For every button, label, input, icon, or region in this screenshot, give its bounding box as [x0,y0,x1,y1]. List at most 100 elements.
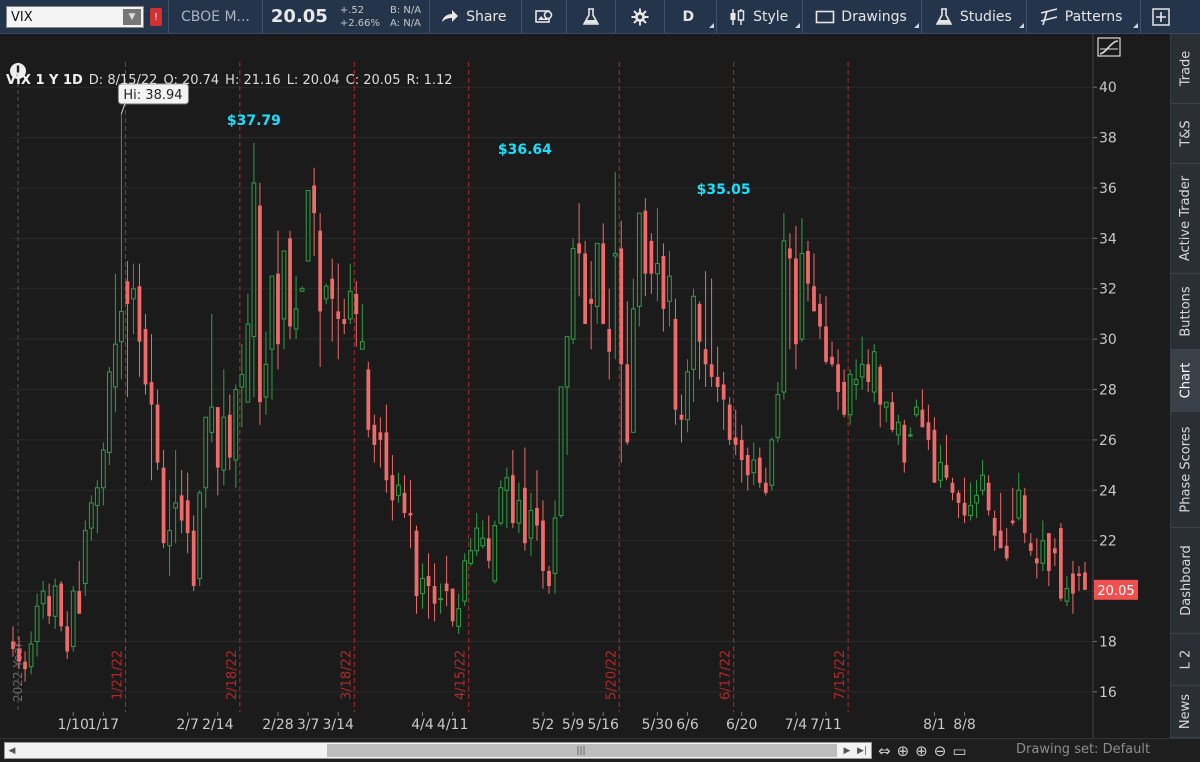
scroll-end-icon[interactable]: ▶| [856,745,868,757]
candle-body [40,590,46,605]
settings-button[interactable] [616,0,664,33]
drawings-button[interactable]: Drawings [803,0,921,33]
candle-body [998,530,1003,549]
candle-body [1034,558,1039,564]
tab-news[interactable]: News [1171,686,1200,738]
tab-dashboard[interactable]: Dashboard [1171,528,1200,634]
link-group-badge[interactable]: ! [150,8,162,26]
screenshot-button[interactable] [522,0,566,33]
flask-button[interactable] [567,0,615,33]
tab-label: Phase Scores [1178,426,1194,513]
candle-body [907,434,913,437]
candle-body [155,404,160,463]
zoom-in-icon[interactable]: ⊕ [915,742,928,760]
candle-body [836,364,840,393]
candle-body [986,482,991,511]
candle-body [52,585,58,617]
candle-body [727,404,732,440]
tab-label: Buttons [1178,286,1194,337]
candle-body [853,378,859,385]
studies-button[interactable]: Studies [922,0,1026,33]
candle-body [59,583,64,627]
add-panel-button[interactable] [1141,0,1181,33]
period-button[interactable]: D [665,0,717,33]
candle-body [974,494,979,504]
candle-body [1040,540,1046,564]
zoom-box-icon[interactable]: ▭ [952,742,966,760]
expand-arrows-icon[interactable]: ⇔ [878,742,891,760]
candle-body [564,336,570,388]
candle-body [450,588,455,622]
scroll-left-icon[interactable]: ◀ [6,745,18,757]
y-tick-label: 16 [1099,685,1117,701]
scroll-right-icon[interactable]: ▶ [841,745,853,757]
y-tick-label: 28 [1099,383,1117,399]
crosshair-icon[interactable]: ⊕ [897,742,910,760]
candle-body [34,605,40,642]
peak-annotation: $35.05 [697,182,751,198]
candle-body [890,402,895,430]
candle-body [920,409,925,428]
candle-body [655,263,660,275]
candle-body [1010,520,1015,524]
candle-body [625,364,630,443]
candle-body [312,185,316,214]
candle-body [318,230,323,312]
tab-trade[interactable]: Trade [1171,34,1200,104]
patterns-label: Patterns [1064,8,1123,25]
tab-active-trader[interactable]: Active Trader [1171,164,1200,274]
candle-body [408,512,413,516]
tab-time-and-sales[interactable]: T&S [1171,104,1200,164]
event-marker-label: 5/20/22 [604,650,619,700]
candle-body [794,258,798,345]
price-chart[interactable]: 2022 Year 1/21/22 2/18/22 3/18/22 4/15/22 5/2… [0,34,1168,738]
candle-body [697,303,702,342]
bid-value: B: N/A [389,4,422,16]
tab-label: T&S [1178,120,1194,147]
zoom-out-icon[interactable]: ⊖ [934,742,947,760]
candle-body [673,318,678,410]
rectangle-icon [815,7,835,27]
candle-body [552,517,558,574]
candle-body [323,285,329,300]
candle-body [812,286,816,312]
candle-body [426,575,431,587]
share-button[interactable]: Share [430,0,520,33]
tab-phase-scores[interactable]: Phase Scores [1171,412,1200,528]
candle-body [818,303,822,327]
candle-body [842,381,846,415]
flask-icon [581,7,601,27]
candle-body [474,527,480,552]
patterns-button[interactable]: Patterns [1027,0,1141,33]
x-tick-label: 1/10 [58,717,89,733]
chart-panel[interactable]: 2022 Year 1/21/22 2/18/22 3/18/22 4/15/22 5/2… [0,34,1168,738]
candle-body [649,240,654,274]
candle-body [516,499,522,524]
candle [769,437,775,491]
style-button[interactable]: Style [717,0,802,33]
last-price: 20.05 [270,6,328,27]
candle-body [866,364,871,382]
tab-buttons[interactable]: Buttons [1171,274,1200,350]
symbol-input[interactable]: VIX ▼ [6,6,144,28]
drawing-set-label[interactable]: Drawing set: Default [1016,742,1150,757]
candle-body [630,308,636,433]
horizontal-scrollbar[interactable]: ◀ ||| ▶ ▶| [4,742,872,759]
candle-body [125,281,130,304]
tab-chart[interactable]: Chart [1171,350,1200,412]
symbol-dropdown-icon[interactable]: ▼ [123,9,141,25]
candle-body [589,298,594,304]
candle-body [179,495,184,521]
candle-body [366,369,371,430]
candle-body [583,253,588,325]
candle-body [504,477,510,491]
event-marker-label: 2/18/22 [225,650,240,700]
pattern-lines-icon [1039,7,1059,27]
candle-body [299,288,305,292]
tab-level-2[interactable]: L 2 [1171,634,1200,686]
candle-body [757,457,762,483]
x-tick-label: 8/1 [923,717,946,733]
price-change: +.52 +2.66% [334,0,386,33]
candle-body [871,351,877,393]
candle-body [221,416,227,471]
